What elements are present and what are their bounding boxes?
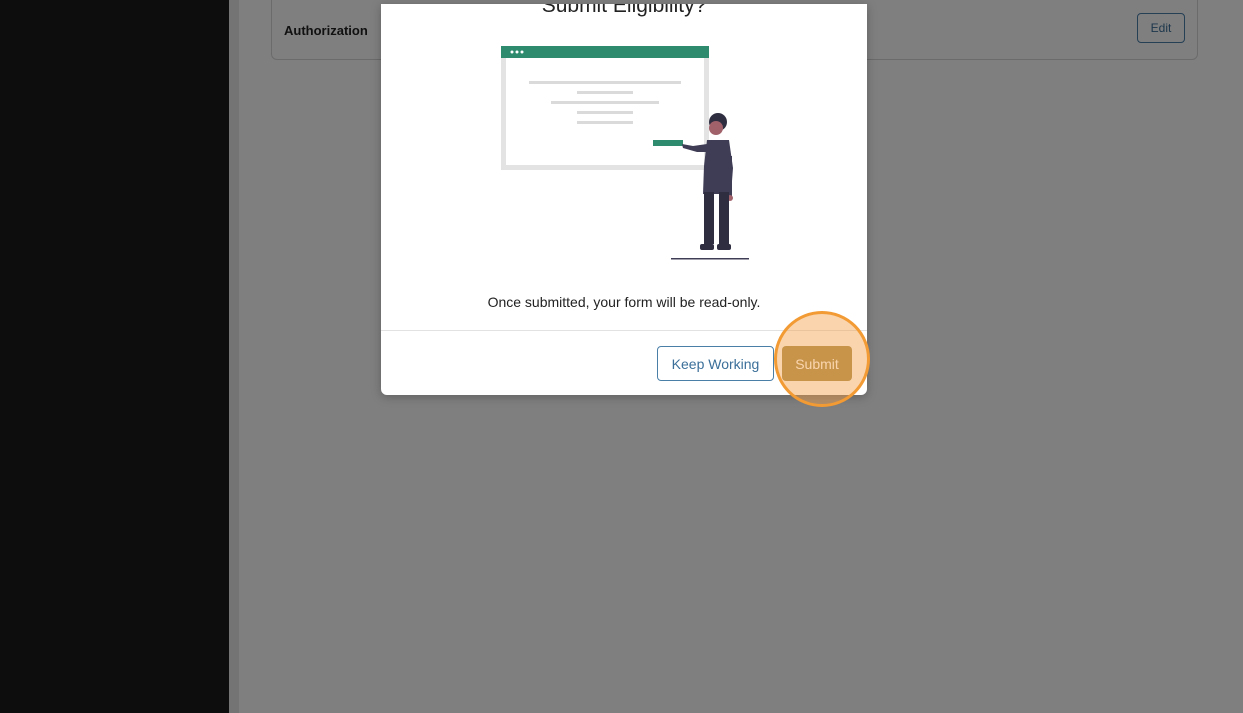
submit-button[interactable]: Submit bbox=[782, 346, 852, 381]
dialog-title: Submit Eligibility? bbox=[541, 4, 707, 17]
submit-eligibility-dialog: Submit Eligibility? Once submitted, your… bbox=[381, 4, 867, 395]
dialog-footer-divider bbox=[381, 330, 867, 331]
dialog-message: Once submitted, your form will be read-o… bbox=[487, 294, 761, 310]
person-presenting-illustration-icon bbox=[501, 46, 749, 260]
keep-working-button[interactable]: Keep Working bbox=[657, 346, 774, 381]
